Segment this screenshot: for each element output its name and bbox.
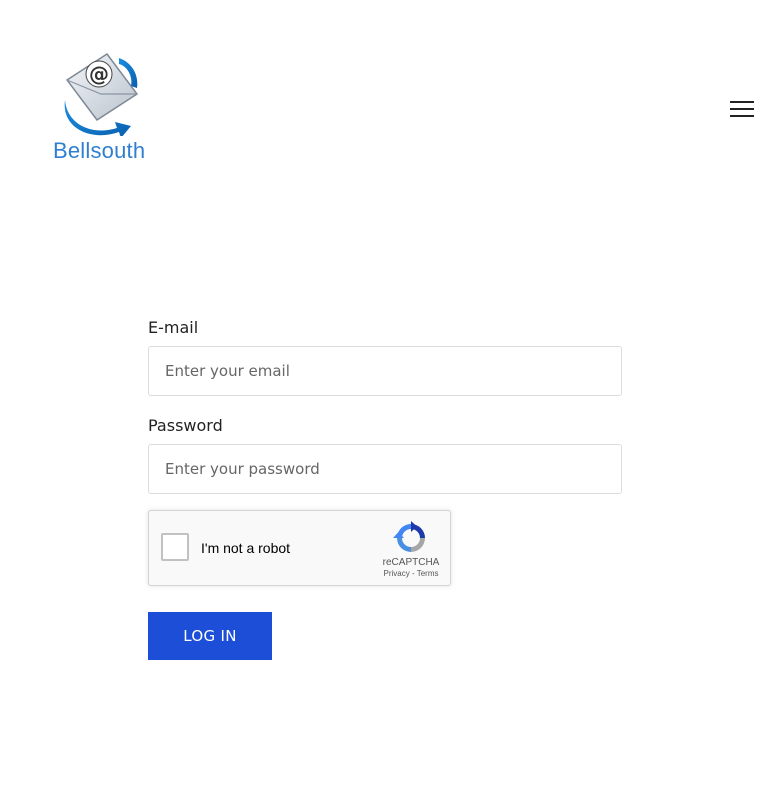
password-label: Password — [148, 416, 223, 435]
site-header: @ Bellsouth — [0, 0, 770, 200]
email-group: E-mail — [148, 316, 622, 414]
password-field[interactable] — [148, 444, 622, 494]
recaptcha-logo-icon — [393, 521, 425, 552]
menu-line — [730, 115, 754, 117]
email-at-envelope-icon: @ — [64, 52, 139, 136]
login-button[interactable]: Log In — [148, 612, 272, 660]
password-group: Password — [148, 414, 622, 512]
recaptcha-privacy-link[interactable]: Privacy — [384, 569, 410, 578]
svg-text:@: @ — [89, 62, 109, 86]
email-label: E-mail — [148, 318, 199, 337]
brand-logo[interactable]: @ Bellsouth — [53, 50, 153, 163]
recaptcha-widget: I'm not a robot reCAPTCHA Privacy - Term… — [148, 510, 451, 586]
hamburger-menu-icon[interactable] — [728, 98, 756, 120]
menu-line — [730, 108, 754, 110]
recaptcha-terms-link[interactable]: Terms — [417, 569, 439, 578]
recaptcha-link-separator: - — [409, 569, 417, 578]
login-form: E-mail Password I'm not a robot reCAPTCH… — [148, 316, 622, 660]
email-field[interactable] — [148, 346, 622, 396]
recaptcha-links: Privacy - Terms — [363, 569, 459, 578]
brand-name: Bellsouth — [53, 138, 146, 163]
recaptcha-checkbox[interactable] — [161, 533, 189, 561]
recaptcha-label: I'm not a robot — [201, 540, 291, 556]
menu-line — [730, 101, 754, 103]
recaptcha-brand: reCAPTCHA — [382, 557, 440, 568]
